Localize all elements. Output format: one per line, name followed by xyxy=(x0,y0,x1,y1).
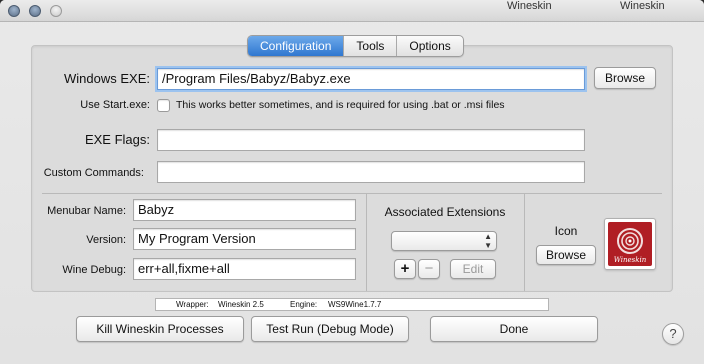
icon-label: Icon xyxy=(554,224,578,238)
use-start-exe-checkbox[interactable] xyxy=(157,99,170,112)
tab-bar: Configuration Tools Options xyxy=(247,35,464,57)
section-divider xyxy=(366,193,367,291)
wineskin-window: Wineskin Wineskin Configuration Tools Op… xyxy=(0,0,704,364)
menubar-name-label: Menubar Name: xyxy=(47,205,126,217)
section-divider xyxy=(524,193,525,291)
close-window-button[interactable] xyxy=(8,5,20,17)
associated-extensions-title: Associated Extensions xyxy=(384,205,506,219)
wine-debug-field[interactable]: err+all,fixme+all xyxy=(133,258,356,280)
app-icon-well[interactable]: Wineskin xyxy=(604,218,656,270)
wrapper-value: Wineskin 2.5 xyxy=(218,300,264,309)
version-status-bar: Wrapper: Wineskin 2.5 Engine: WS9Wine1.7… xyxy=(155,298,549,311)
engine-label: Engine: xyxy=(290,300,318,309)
add-extension-button[interactable]: + xyxy=(394,259,416,279)
wineskin-logo-icon: Wineskin xyxy=(608,222,652,266)
logo-wordmark: Wineskin xyxy=(614,256,647,264)
windows-exe-label: Windows EXE: xyxy=(64,71,150,86)
help-button[interactable]: ? xyxy=(662,323,684,345)
custom-commands-label: Custom Commands: xyxy=(43,167,144,179)
wrapper-label: Wrapper: xyxy=(176,300,209,309)
windows-exe-field[interactable]: /Program Files/Babyz/Babyz.exe xyxy=(157,68,585,90)
test-run-button[interactable]: Test Run (Debug Mode) xyxy=(251,316,409,342)
icon-browse-button[interactable]: Browse xyxy=(536,245,596,265)
use-start-exe-description: This works better sometimes, and is requ… xyxy=(176,99,505,111)
remove-extension-button[interactable]: − xyxy=(418,259,440,279)
custom-commands-field[interactable] xyxy=(157,161,585,183)
exe-flags-label: EXE Flags: xyxy=(84,132,150,147)
version-label: Version: xyxy=(86,234,126,246)
menubar-name-field[interactable]: Babyz xyxy=(133,199,356,221)
extensions-select[interactable]: ▲ ▼ xyxy=(391,231,497,251)
tab-tools[interactable]: Tools xyxy=(343,36,396,56)
up-down-arrows-icon: ▲ ▼ xyxy=(484,232,492,250)
version-field[interactable]: My Program Version xyxy=(133,228,356,250)
kill-wineskin-processes-button[interactable]: Kill Wineskin Processes xyxy=(76,316,244,342)
background-tab-label: Wineskin xyxy=(620,0,665,12)
minimize-window-button[interactable] xyxy=(29,5,41,17)
section-divider xyxy=(42,193,662,194)
zoom-window-button[interactable] xyxy=(50,5,62,17)
done-button[interactable]: Done xyxy=(430,316,598,342)
exe-browse-button[interactable]: Browse xyxy=(594,67,656,89)
background-tab-label: Wineskin xyxy=(507,0,552,12)
exe-flags-field[interactable] xyxy=(157,129,585,151)
tab-configuration[interactable]: Configuration xyxy=(248,36,344,56)
use-start-exe-label: Use Start.exe: xyxy=(80,99,150,111)
edit-extension-button[interactable]: Edit xyxy=(450,259,496,279)
tab-options[interactable]: Options xyxy=(396,36,462,56)
wine-debug-label: Wine Debug: xyxy=(62,264,126,276)
title-bar: Wineskin Wineskin xyxy=(0,0,704,22)
engine-value: WS9Wine1.7.7 xyxy=(328,300,382,309)
